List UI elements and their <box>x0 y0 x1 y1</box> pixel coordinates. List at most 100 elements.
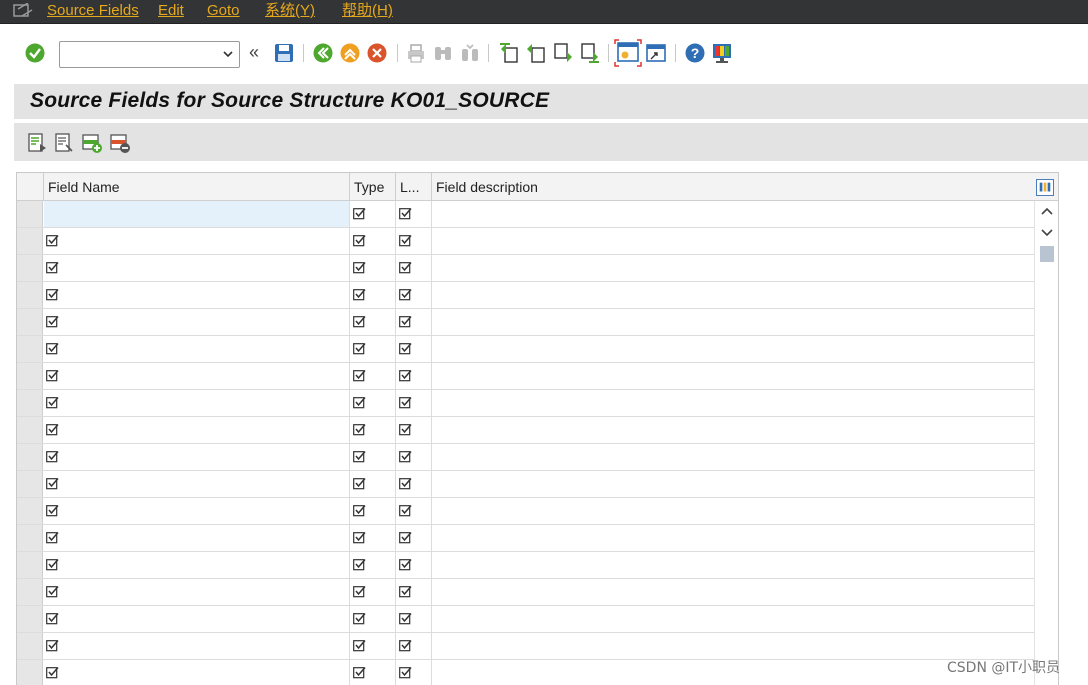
length-cell[interactable] <box>396 606 432 632</box>
row-selector[interactable] <box>17 660 43 685</box>
length-cell[interactable] <box>396 552 432 578</box>
column-header-type[interactable]: Type <box>350 173 396 201</box>
field-name-cell[interactable] <box>44 390 350 416</box>
row-selector[interactable] <box>17 390 43 416</box>
display-icon[interactable] <box>53 132 75 154</box>
find-next-icon[interactable] <box>459 42 481 64</box>
field-name-cell[interactable] <box>44 363 350 389</box>
length-cell[interactable] <box>396 363 432 389</box>
field-name-cell[interactable] <box>44 660 350 685</box>
collapse-toolbar-button[interactable]: « <box>249 42 259 63</box>
length-cell[interactable] <box>396 282 432 308</box>
row-selector[interactable] <box>17 201 43 227</box>
scroll-down-icon[interactable] <box>1041 229 1053 237</box>
row-selector[interactable] <box>17 282 43 308</box>
type-cell[interactable] <box>350 633 396 659</box>
type-cell[interactable] <box>350 660 396 685</box>
field-name-cell[interactable] <box>44 201 350 227</box>
column-header-field-description[interactable]: Field description <box>432 173 1034 201</box>
detail-icon[interactable] <box>26 132 48 154</box>
field-name-cell[interactable] <box>44 309 350 335</box>
length-cell[interactable] <box>396 633 432 659</box>
row-selector[interactable] <box>17 255 43 281</box>
first-page-icon[interactable] <box>498 42 520 64</box>
length-cell[interactable] <box>396 417 432 443</box>
command-field[interactable] <box>59 41 240 68</box>
field-name-cell[interactable] <box>44 606 350 632</box>
help-icon[interactable]: ? <box>684 42 706 64</box>
row-selector[interactable] <box>17 606 43 632</box>
length-cell[interactable] <box>396 201 432 227</box>
field-name-cell[interactable] <box>44 552 350 578</box>
row-selector[interactable] <box>17 444 43 470</box>
field-description-cell[interactable] <box>432 660 1034 685</box>
column-header-length[interactable]: L... <box>396 173 432 201</box>
print-icon[interactable] <box>405 42 427 64</box>
type-cell[interactable] <box>350 444 396 470</box>
menu-goto[interactable]: Goto <box>207 2 240 20</box>
length-cell[interactable] <box>396 660 432 685</box>
type-cell[interactable] <box>350 552 396 578</box>
length-cell[interactable] <box>396 498 432 524</box>
row-selector[interactable] <box>17 525 43 551</box>
vertical-scrollbar[interactable] <box>1034 201 1058 685</box>
row-selector[interactable] <box>17 228 43 254</box>
type-cell[interactable] <box>350 363 396 389</box>
row-selector[interactable] <box>17 336 43 362</box>
back-icon[interactable] <box>312 42 334 64</box>
type-cell[interactable] <box>350 282 396 308</box>
row-selector[interactable] <box>17 633 43 659</box>
length-cell[interactable] <box>396 471 432 497</box>
field-name-cell[interactable] <box>44 282 350 308</box>
row-selector[interactable] <box>17 363 43 389</box>
cancel-icon[interactable] <box>366 42 388 64</box>
field-description-cell[interactable] <box>432 444 1034 470</box>
field-description-cell[interactable] <box>432 525 1034 551</box>
scroll-up-icon[interactable] <box>1041 207 1053 215</box>
delete-row-icon[interactable] <box>109 132 131 154</box>
menu-icon[interactable] <box>12 3 34 19</box>
menu-system[interactable]: 系统(Y) <box>265 2 315 20</box>
chevron-down-icon[interactable] <box>223 50 233 58</box>
field-description-cell[interactable] <box>432 390 1034 416</box>
type-cell[interactable] <box>350 336 396 362</box>
last-page-icon[interactable] <box>579 42 601 64</box>
field-description-cell[interactable] <box>432 579 1034 605</box>
type-cell[interactable] <box>350 606 396 632</box>
type-cell[interactable] <box>350 255 396 281</box>
type-cell[interactable] <box>350 579 396 605</box>
exit-icon[interactable] <box>339 42 361 64</box>
insert-row-icon[interactable] <box>81 132 103 154</box>
command-input[interactable] <box>64 45 214 64</box>
type-cell[interactable] <box>350 228 396 254</box>
type-cell[interactable] <box>350 525 396 551</box>
menu-help[interactable]: 帮助(H) <box>342 2 393 20</box>
field-description-cell[interactable] <box>432 336 1034 362</box>
field-name-cell[interactable] <box>44 498 350 524</box>
field-name-cell[interactable] <box>44 336 350 362</box>
row-selector[interactable] <box>17 309 43 335</box>
type-cell[interactable] <box>350 498 396 524</box>
layout-icon[interactable] <box>711 42 733 64</box>
column-layout-icon[interactable] <box>1036 179 1054 196</box>
field-name-cell[interactable] <box>44 633 350 659</box>
field-description-cell[interactable] <box>432 363 1034 389</box>
row-selector[interactable] <box>17 552 43 578</box>
next-page-icon[interactable] <box>552 42 574 64</box>
create-session-icon[interactable] <box>613 38 643 68</box>
select-all-cell[interactable] <box>17 173 44 201</box>
type-cell[interactable] <box>350 201 396 227</box>
row-selector[interactable] <box>17 471 43 497</box>
length-cell[interactable] <box>396 309 432 335</box>
type-cell[interactable] <box>350 417 396 443</box>
length-cell[interactable] <box>396 336 432 362</box>
length-cell[interactable] <box>396 525 432 551</box>
enter-icon[interactable] <box>24 42 46 64</box>
row-selector[interactable] <box>17 498 43 524</box>
find-icon[interactable] <box>432 42 454 64</box>
field-name-cell[interactable] <box>44 444 350 470</box>
field-description-cell[interactable] <box>432 255 1034 281</box>
length-cell[interactable] <box>396 390 432 416</box>
field-description-cell[interactable] <box>432 498 1034 524</box>
field-name-cell[interactable] <box>44 525 350 551</box>
